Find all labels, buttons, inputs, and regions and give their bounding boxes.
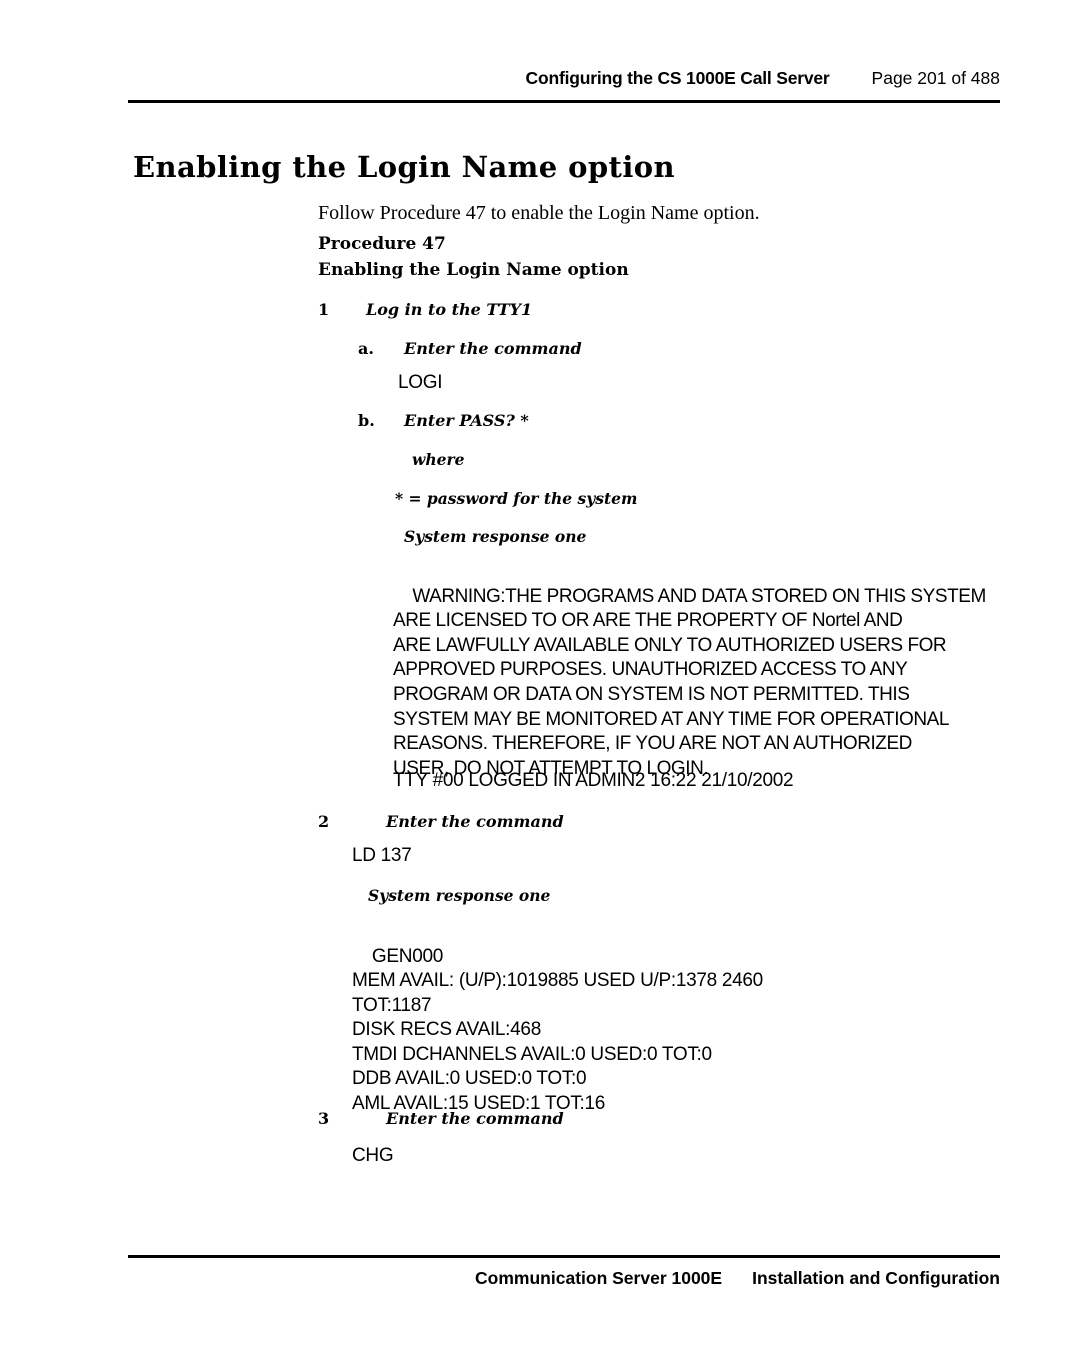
- output-line-6: DDB AVAIL:0 USED:0 TOT:0: [352, 1068, 587, 1089]
- warning-line-1: WARNING:THE PROGRAMS AND DATA STORED ON …: [412, 585, 986, 607]
- note-where: where: [412, 450, 465, 469]
- step-2-number: 2: [318, 812, 330, 831]
- ld137-output-block: GEN000 MEM AVAIL: (U/P):1019885 USED U/P…: [352, 920, 763, 1141]
- footer-product-name: Communication Server 1000E: [475, 1268, 723, 1288]
- intro-paragraph: Follow Procedure 47 to enable the Login …: [318, 202, 760, 224]
- warning-line-4: APPROVED PURPOSES. UNAUTHORIZED ACCESS T…: [393, 659, 908, 681]
- step-3-text: Enter the command: [386, 1109, 564, 1128]
- warning-line-2: ARE LICENSED TO OR ARE THE PROPERTY OF N…: [393, 610, 903, 632]
- running-header: Configuring the CS 1000E Call Server Pag…: [128, 68, 1000, 94]
- step-1a-number: a.: [358, 339, 374, 358]
- warning-line-3: ARE LAWFULLY AVAILABLE ONLY TO AUTHORIZE…: [393, 634, 947, 656]
- footer-document-name: Installation and Configuration: [752, 1268, 1000, 1288]
- running-footer: Communication Server 1000E Installation …: [128, 1268, 1000, 1294]
- step-3-number: 3: [318, 1109, 330, 1128]
- step-2-text: Enter the command: [386, 812, 564, 831]
- note-system-response-2: System response one: [368, 886, 551, 905]
- step-1-number: 1: [318, 300, 330, 319]
- step-1b-number: b.: [358, 411, 375, 430]
- note-asterisk-definition: * = password for the system: [395, 489, 638, 508]
- step-1a-text: Enter the command: [404, 339, 582, 358]
- command-logi: LOGI: [398, 372, 443, 393]
- procedure-title: Enabling the Login Name option: [318, 260, 629, 280]
- output-line-2: MEM AVAIL: (U/P):1019885 USED U/P:1378 2…: [352, 970, 763, 991]
- tty-login-line: TTY #00 LOGGED IN ADMIN2 16:22 21/10/200…: [393, 770, 794, 791]
- header-divider-rule: [128, 100, 1000, 103]
- procedure-label: Procedure 47: [318, 234, 446, 254]
- warning-line-6: SYSTEM MAY BE MONITORED AT ANY TIME FOR …: [393, 708, 949, 730]
- page-title: Enabling the Login Name option: [133, 150, 675, 185]
- header-page-number: Page 201 of 488: [871, 68, 1000, 88]
- command-ld137: LD 137: [352, 845, 412, 866]
- output-line-3: TOT:1187: [352, 994, 432, 1016]
- header-title: Configuring the CS 1000E Call Server: [525, 68, 830, 88]
- step-1-text: Log in to the TTY1: [366, 300, 533, 319]
- output-line-1: GEN000: [371, 945, 443, 967]
- note-system-response-1: System response one: [404, 527, 587, 546]
- footer-divider-rule: [128, 1255, 1000, 1258]
- command-chg: CHG: [352, 1145, 394, 1166]
- warning-line-5: PROGRAM OR DATA ON SYSTEM IS NOT PERMITT…: [393, 683, 910, 705]
- output-line-4: DISK RECS AVAIL:468: [352, 1019, 541, 1040]
- output-line-5: TMDI DCHANNELS AVAIL:0 USED:0 TOT:0: [352, 1043, 712, 1065]
- document-page: Configuring the CS 1000E Call Server Pag…: [0, 0, 1080, 1360]
- step-1b-text: Enter PASS? *: [404, 411, 529, 430]
- warning-line-7: REASONS. THEREFORE, IF YOU ARE NOT AN AU…: [393, 733, 912, 755]
